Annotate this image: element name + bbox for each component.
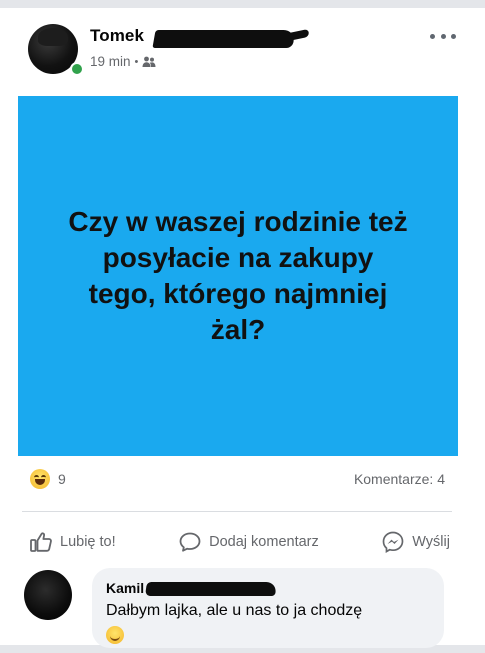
comment-bubble: Kamil Dałbym lajka, ale u nas to ja chod… — [92, 568, 444, 648]
redaction-mark — [145, 582, 277, 596]
more-dot — [430, 33, 435, 39]
comment-button[interactable]: Dodaj komentarz — [179, 532, 319, 552]
online-status-indicator — [70, 62, 84, 76]
commenter-name[interactable]: Kamil — [106, 580, 144, 596]
post-actions: Lubię to! Dodaj komentarz Wyślij — [30, 527, 450, 557]
more-dot — [451, 33, 456, 39]
comment-bubble-icon — [179, 532, 201, 552]
comments-count-link[interactable]: Komentarze: 4 — [354, 471, 445, 487]
post-header: Tomek 19 min • — [28, 24, 458, 80]
meta-separator: • — [134, 55, 139, 68]
post-card: Tomek 19 min • Czy w waszej rodzinie też… — [0, 8, 485, 648]
commenter-avatar[interactable] — [24, 570, 72, 620]
haha-reaction-icon[interactable] — [30, 469, 50, 489]
comment: Kamil Dałbym lajka, ale u nas to ja chod… — [22, 568, 462, 653]
like-button[interactable]: Lubię to! — [30, 532, 116, 552]
messenger-icon — [382, 531, 404, 553]
post-image[interactable]: Czy w waszej rodzinie też posyłacie na z… — [18, 96, 458, 456]
like-label: Lubię to! — [60, 534, 116, 550]
emoji-mouth — [35, 479, 45, 485]
thumbs-up-icon — [30, 532, 52, 552]
more-options-icon[interactable] — [430, 30, 456, 42]
author-name[interactable]: Tomek — [90, 26, 144, 46]
comment-text: Dałbym lajka, ale u nas to ja chodzę — [106, 602, 363, 619]
reactions-bar: 9 Komentarze: 4 — [30, 469, 445, 493]
more-dot — [440, 33, 446, 39]
redaction-mark — [152, 30, 296, 48]
send-button[interactable]: Wyślij — [382, 531, 450, 553]
smiling-emoji-icon — [106, 626, 124, 644]
post-timestamp[interactable]: 19 min — [90, 54, 131, 69]
reaction-count[interactable]: 9 — [58, 471, 66, 487]
post-meta: 19 min • — [90, 54, 156, 69]
avatar-silhouette — [38, 28, 68, 46]
divider — [22, 511, 452, 512]
comment-label: Dodaj komentarz — [209, 534, 319, 550]
friends-icon[interactable] — [142, 56, 156, 68]
post-image-text: Czy w waszej rodzinie też posyłacie na z… — [68, 206, 408, 345]
send-label: Wyślij — [412, 534, 450, 550]
